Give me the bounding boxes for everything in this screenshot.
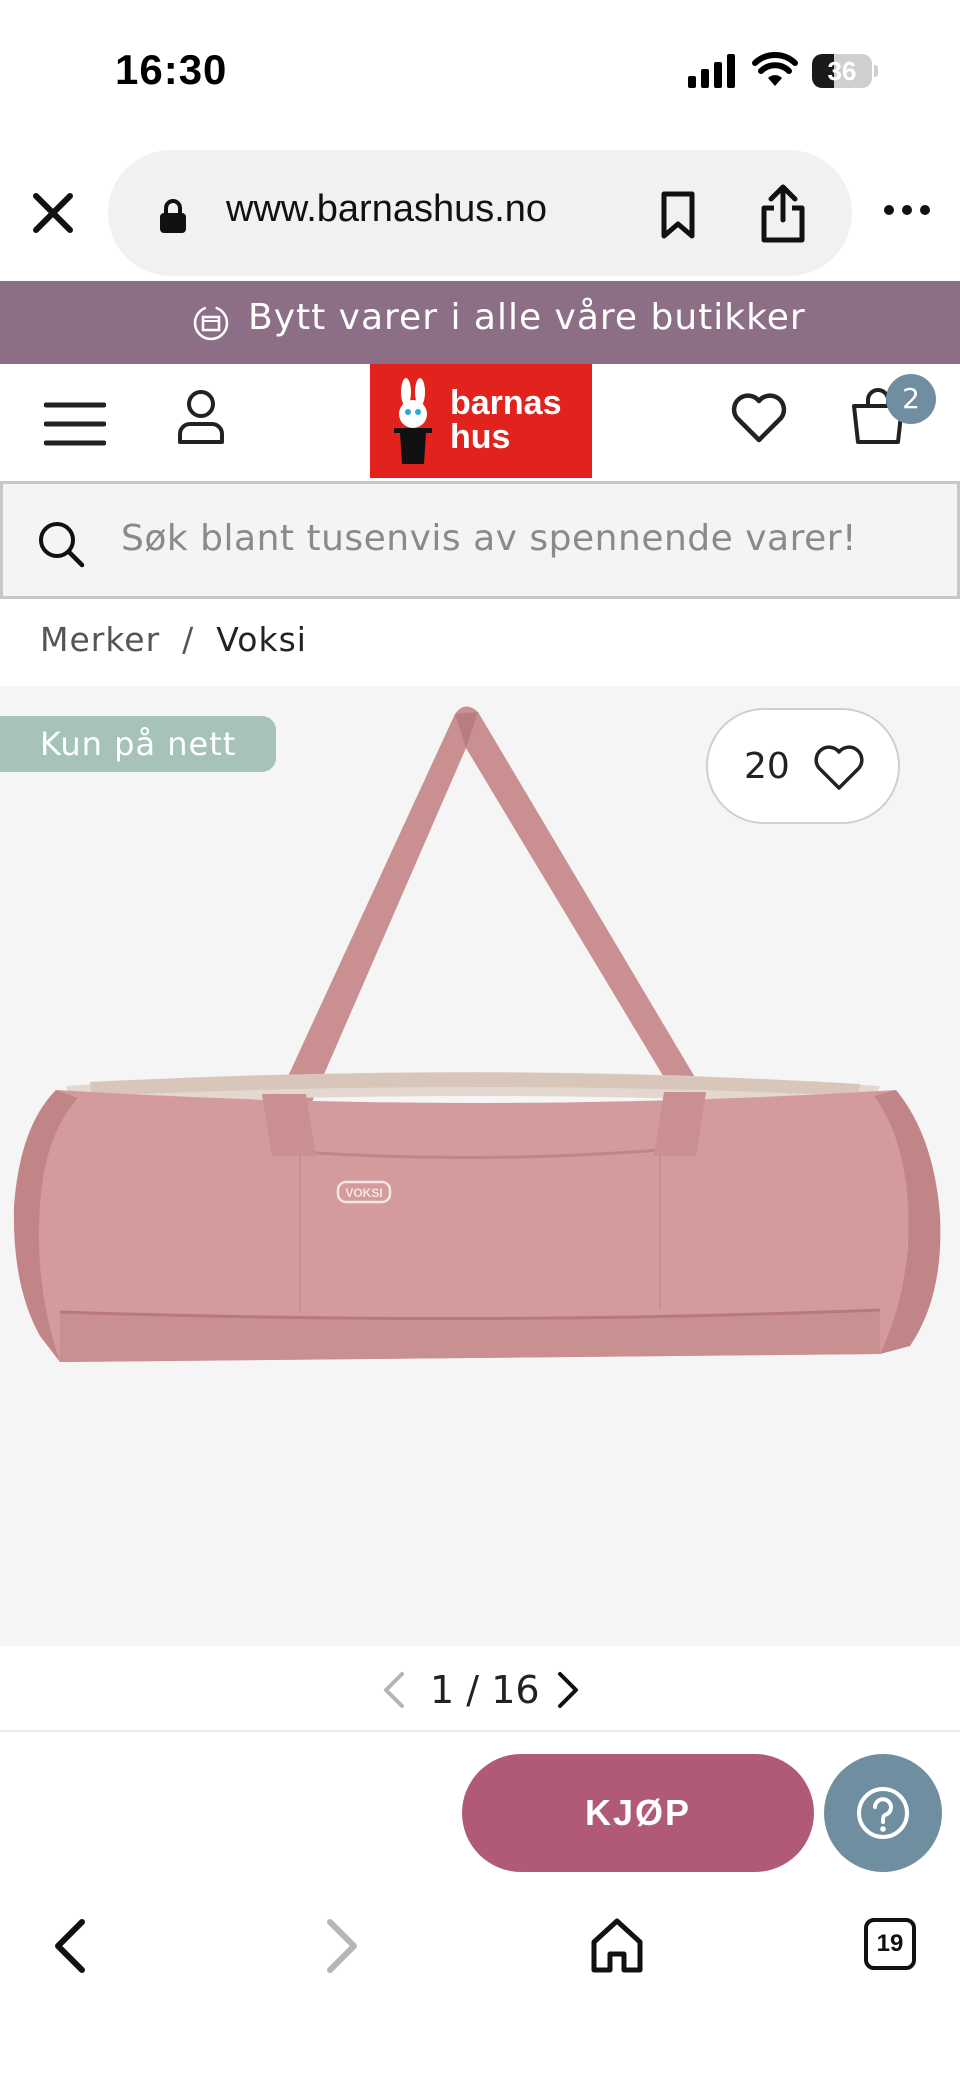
- bookmark-icon[interactable]: [656, 190, 700, 240]
- pager-position: 1 / 16: [430, 1668, 540, 1712]
- more-icon[interactable]: [882, 200, 932, 220]
- breadcrumb-separator: /: [182, 620, 195, 659]
- promo-text: Bytt varer i alle våre butikker: [248, 297, 806, 338]
- gallery-pager: 1 / 16: [0, 1648, 960, 1732]
- back-icon[interactable]: [50, 1916, 90, 1976]
- exchange-box-icon: [193, 305, 229, 341]
- cart-count-badge: 2: [886, 374, 936, 424]
- breadcrumb-current[interactable]: Voksi: [216, 620, 307, 659]
- online-only-badge: Kun på nett: [0, 716, 276, 772]
- status-bar: 16:30 36: [0, 0, 960, 140]
- bag-brand-label: VOKSI: [345, 1186, 382, 1200]
- menu-icon[interactable]: [44, 400, 106, 448]
- breadcrumb-link-merker[interactable]: Merker: [40, 620, 160, 659]
- favorite-count: 20: [744, 746, 790, 787]
- browser-address-row: www.barnashus.no: [0, 140, 960, 280]
- share-icon[interactable]: [758, 184, 808, 244]
- help-button[interactable]: [824, 1754, 942, 1872]
- promo-banner[interactable]: Bytt varer i alle våre butikker: [0, 281, 960, 364]
- chevron-right-icon[interactable]: [554, 1670, 582, 1710]
- product-gallery[interactable]: VOKSI Kun på nett 20: [0, 686, 960, 1646]
- logo-text: barnas hus: [450, 384, 562, 456]
- search-input[interactable]: Søk blant tusenvis av spennende varer!: [0, 481, 960, 599]
- cellular-signal-icon: [688, 54, 735, 88]
- wifi-icon: [752, 52, 798, 86]
- chevron-left-icon[interactable]: [380, 1670, 408, 1710]
- status-time: 16:30: [115, 46, 228, 93]
- battery-indicator: 36: [812, 54, 878, 88]
- lock-icon: [160, 199, 186, 233]
- rabbit-logo-icon: [394, 378, 432, 464]
- purchase-actions: KJØP: [0, 1734, 960, 1884]
- heart-icon: [814, 745, 864, 790]
- tabs-count: 19: [876, 1930, 904, 1957]
- battery-level: 36: [827, 56, 857, 86]
- heart-icon[interactable]: [730, 392, 788, 444]
- browser-toolbar: 19: [0, 1884, 960, 2081]
- product-image[interactable]: VOKSI: [0, 686, 960, 1646]
- site-logo[interactable]: barnas hus: [370, 364, 592, 478]
- tabs-button[interactable]: 19: [864, 1918, 916, 1970]
- favorite-button[interactable]: 20: [706, 708, 900, 824]
- close-icon[interactable]: [28, 188, 78, 238]
- address-bar[interactable]: www.barnashus.no: [108, 150, 852, 276]
- home-icon[interactable]: [588, 1916, 646, 1974]
- url-text: www.barnashus.no: [226, 188, 548, 230]
- account-icon[interactable]: [176, 388, 226, 446]
- question-icon: [857, 1787, 909, 1839]
- search-placeholder: Søk blant tusenvis av spennende varer!: [121, 518, 857, 559]
- site-header: barnas hus 2: [0, 364, 960, 480]
- buy-button[interactable]: KJØP: [462, 1754, 814, 1872]
- search-icon: [39, 522, 85, 568]
- forward-icon[interactable]: [322, 1916, 362, 1976]
- breadcrumb: Merker / Voksi: [40, 620, 307, 659]
